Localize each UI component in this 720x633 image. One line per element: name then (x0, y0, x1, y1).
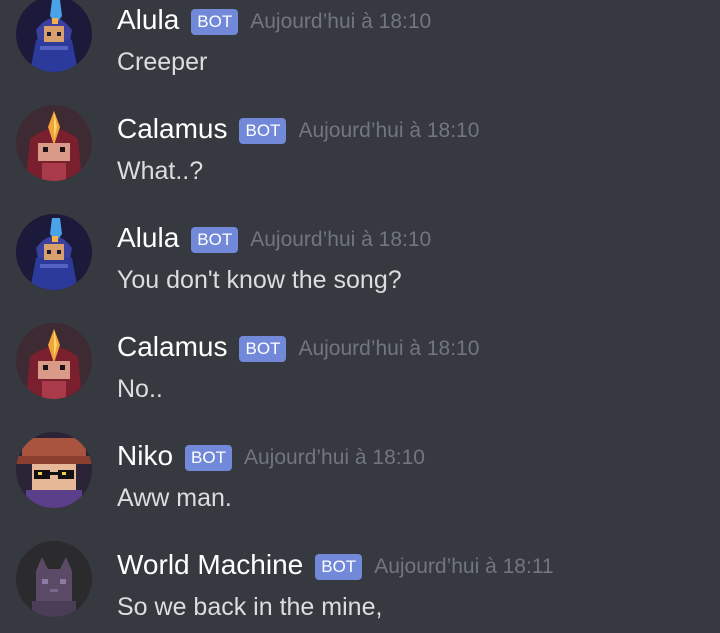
message-content: No.. (117, 375, 163, 403)
bot-tag: BOT (191, 227, 239, 253)
username[interactable]: Alula (117, 0, 179, 40)
world-machine-avatar-icon[interactable] (16, 541, 92, 617)
message-content: Aww man. (117, 484, 232, 512)
message-header: Niko BOT Aujourd’hui à 18:10 (117, 436, 425, 476)
message-header: World Machine BOT Aujourd’hui à 18:11 (117, 545, 554, 585)
message-content: Creeper (117, 48, 208, 76)
username[interactable]: Calamus (117, 327, 227, 367)
calamus-avatar-icon[interactable] (16, 323, 92, 399)
bot-tag: BOT (239, 118, 287, 144)
username[interactable]: Niko (117, 436, 173, 476)
timestamp: Aujourd’hui à 18:10 (298, 337, 480, 360)
bot-tag: BOT (185, 445, 232, 471)
calamus-avatar-icon[interactable] (16, 105, 92, 181)
message-header: Alula BOT Aujourd’hui à 18:10 (117, 218, 431, 258)
timestamp: Aujourd’hui à 18:10 (298, 119, 480, 142)
alula-avatar-icon[interactable] (16, 0, 92, 72)
message: Alula BOT Aujourd’hui à 18:10 Creeper (0, 0, 720, 100)
bot-tag: BOT (239, 336, 287, 362)
bot-tag: BOT (315, 554, 363, 580)
bot-tag: BOT (191, 9, 239, 35)
timestamp: Aujourd’hui à 18:10 (250, 10, 432, 33)
chat-messages: Alula BOT Aujourd’hui à 18:10 Creeper Ca… (0, 0, 720, 633)
username[interactable]: Calamus (117, 109, 227, 149)
message: Alula BOT Aujourd’hui à 18:10 You don't … (0, 214, 720, 318)
message: Calamus BOT Aujourd’hui à 18:10 No.. (0, 323, 720, 427)
message: Calamus BOT Aujourd’hui à 18:10 What..? (0, 105, 720, 209)
timestamp: Aujourd’hui à 18:10 (243, 446, 425, 469)
username[interactable]: Alula (117, 218, 179, 258)
alula-avatar-icon[interactable] (16, 214, 92, 290)
username[interactable]: World Machine (117, 545, 303, 585)
message-content: You don't know the song? (117, 266, 402, 294)
message-header: Calamus BOT Aujourd’hui à 18:10 (117, 109, 479, 149)
message-header: Alula BOT Aujourd’hui à 18:10 (117, 0, 431, 40)
timestamp: Aujourd’hui à 18:10 (250, 228, 432, 251)
message: World Machine BOT Aujourd’hui à 18:11 So… (0, 541, 720, 633)
niko-avatar-icon[interactable] (16, 432, 92, 508)
message-header: Calamus BOT Aujourd’hui à 18:10 (117, 327, 479, 367)
message-content: So we back in the mine, (117, 593, 383, 621)
timestamp: Aujourd’hui à 18:11 (374, 555, 554, 578)
message: Niko BOT Aujourd’hui à 18:10 Aww man. (0, 432, 720, 536)
message-content: What..? (117, 157, 204, 185)
